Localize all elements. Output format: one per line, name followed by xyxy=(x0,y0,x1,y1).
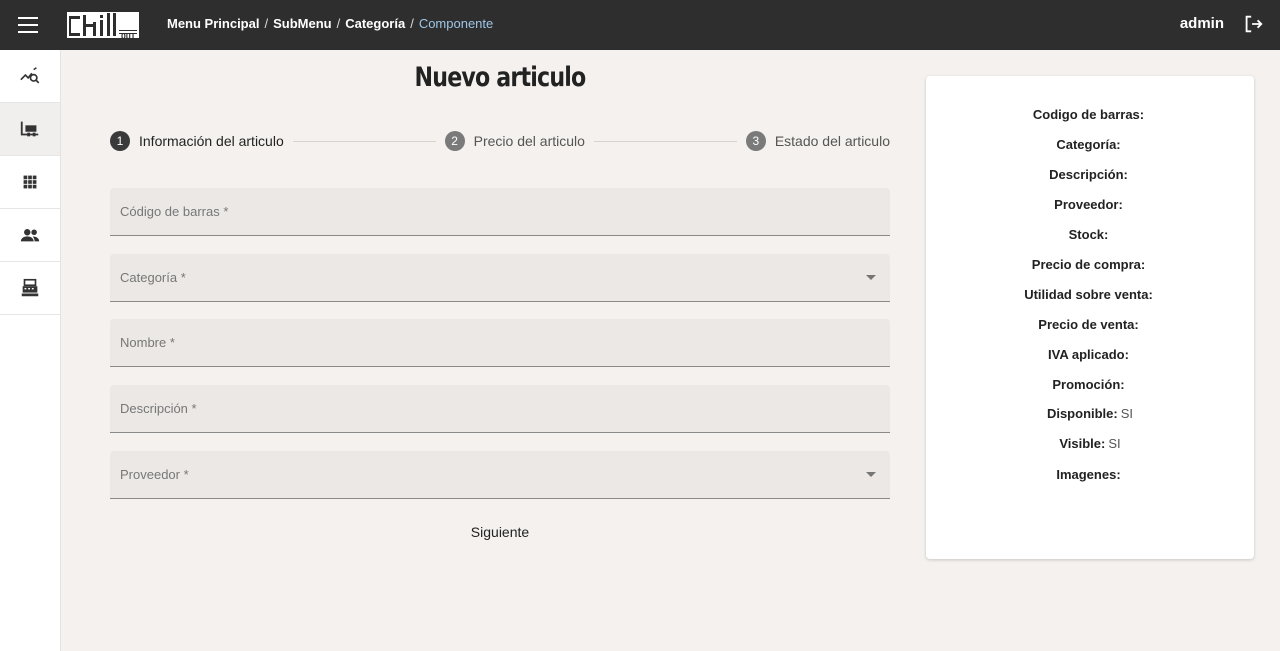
breadcrumb-separator: / xyxy=(410,16,414,31)
next-button[interactable]: Siguiente xyxy=(455,519,545,545)
logout-icon[interactable] xyxy=(1242,13,1264,35)
stepper: 1 Información del articulo 2 Precio del … xyxy=(110,131,890,151)
sidebar-item-usuarios[interactable] xyxy=(0,209,60,262)
analytics-search-icon xyxy=(20,67,40,84)
step-label: Precio del articulo xyxy=(473,133,585,149)
category-select[interactable]: Categoría * xyxy=(110,254,890,302)
summary-key: Descripción: xyxy=(1049,167,1128,182)
summary-value: SI xyxy=(1120,406,1134,421)
sidebar-item-caja[interactable] xyxy=(0,262,60,315)
people-icon xyxy=(20,229,40,242)
sidebar-item-analytics[interactable] xyxy=(0,50,60,103)
summary-key: Stock: xyxy=(1068,227,1109,242)
step-connector xyxy=(593,140,737,142)
breadcrumb: Menu Principal / SubMenu / Categoría / Compone… xyxy=(167,16,493,31)
cash-register-icon xyxy=(21,278,39,297)
sidebar-item-articulos[interactable] xyxy=(0,103,60,156)
breadcrumb-separator: / xyxy=(264,16,269,31)
summary-key: IVA aplicado: xyxy=(1048,347,1129,362)
svg-text:OUT: OUT xyxy=(121,32,136,41)
summary-key: Imagenes: xyxy=(1056,467,1121,482)
provider-label: Proveedor * xyxy=(120,467,189,482)
breadcrumb-current: Componente xyxy=(418,16,494,31)
step-number: 3 xyxy=(745,131,766,151)
step-precio[interactable]: 2 Precio del articulo xyxy=(444,131,585,151)
category-label: Categoría * xyxy=(120,270,186,285)
summary-key: Categoría: xyxy=(1056,137,1121,152)
summary-key: Precio de venta: xyxy=(1038,317,1139,332)
name-label: Nombre * xyxy=(120,335,175,350)
barcode-field[interactable]: Código de barras * xyxy=(110,188,890,236)
chill-out-logo: OUT xyxy=(67,12,139,41)
summary-key: Disponible: xyxy=(1046,406,1118,421)
store-icon xyxy=(20,121,39,137)
summary-purchase-price: Precio de compra: xyxy=(926,257,1254,272)
summary-key: Proveedor: xyxy=(1054,197,1123,212)
summary-visible: Visible: SI xyxy=(926,436,1254,451)
summary-key: Visible: xyxy=(1059,436,1106,451)
dropdown-arrow-icon xyxy=(866,275,876,280)
provider-select[interactable]: Proveedor * xyxy=(110,451,890,499)
grid-icon xyxy=(23,175,37,189)
summary-provider: Proveedor: xyxy=(926,197,1254,212)
summary-value: SI xyxy=(1108,436,1121,451)
name-field[interactable]: Nombre * xyxy=(110,319,890,367)
user-name[interactable]: admin xyxy=(1180,15,1224,32)
step-number: 1 xyxy=(110,131,130,151)
breadcrumb-categoria[interactable]: Categoría xyxy=(345,16,405,31)
summary-available: Disponible: SI xyxy=(926,406,1254,421)
description-label: Descripción * xyxy=(120,401,197,416)
summary-card: Codigo de barras: Categoría: Descripción… xyxy=(926,76,1254,559)
summary-key: Precio de compra: xyxy=(1031,257,1146,272)
description-field[interactable]: Descripción * xyxy=(110,385,890,433)
summary-barcode: Codigo de barras: xyxy=(926,107,1254,122)
summary-promotion: Promoción: xyxy=(926,377,1254,392)
step-connector xyxy=(292,140,436,142)
step-label: Estado del articulo xyxy=(774,133,890,149)
breadcrumb-submenu[interactable]: SubMenu xyxy=(273,16,332,31)
page-title: Nuevo articulo xyxy=(414,62,587,93)
summary-key: Utilidad sobre venta: xyxy=(1024,287,1153,302)
summary-description: Descripción: xyxy=(926,167,1254,182)
summary-stock: Stock: xyxy=(926,227,1254,242)
step-informacion[interactable]: 1 Información del articulo xyxy=(110,131,284,151)
summary-key: Codigo de barras: xyxy=(1032,107,1145,122)
summary-iva: IVA aplicado: xyxy=(926,347,1254,362)
summary-sale-price: Precio de venta: xyxy=(926,317,1254,332)
sidebar-item-catalogo[interactable] xyxy=(0,156,60,209)
top-app-bar: OUT Menu Principal / SubMenu / Categoría / Com… xyxy=(0,0,1280,50)
summary-key: Promoción: xyxy=(1052,377,1125,392)
step-label: Información del articulo xyxy=(139,133,284,149)
summary-category: Categoría: xyxy=(926,137,1254,152)
sidebar xyxy=(0,50,61,651)
step-number: 2 xyxy=(444,131,465,151)
breadcrumb-menu-principal[interactable]: Menu Principal xyxy=(167,16,259,31)
menu-icon[interactable] xyxy=(18,17,38,33)
summary-profit: Utilidad sobre venta: xyxy=(926,287,1254,302)
barcode-label: Código de barras * xyxy=(120,204,229,219)
breadcrumb-separator: / xyxy=(336,16,341,31)
step-estado[interactable]: 3 Estado del articulo xyxy=(745,131,890,151)
dropdown-arrow-icon xyxy=(866,472,876,477)
summary-images: Imagenes: xyxy=(926,467,1254,482)
